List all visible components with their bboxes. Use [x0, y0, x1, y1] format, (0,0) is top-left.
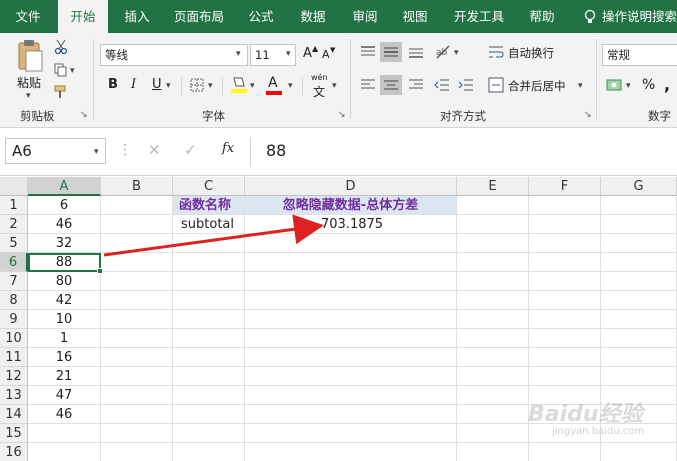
watermark-url: jingyan.baidu.com	[552, 426, 645, 437]
baidu-watermark: Baidu经验	[528, 402, 643, 427]
red-arrow	[103, 214, 324, 257]
annotation-overlay	[103, 214, 324, 257]
